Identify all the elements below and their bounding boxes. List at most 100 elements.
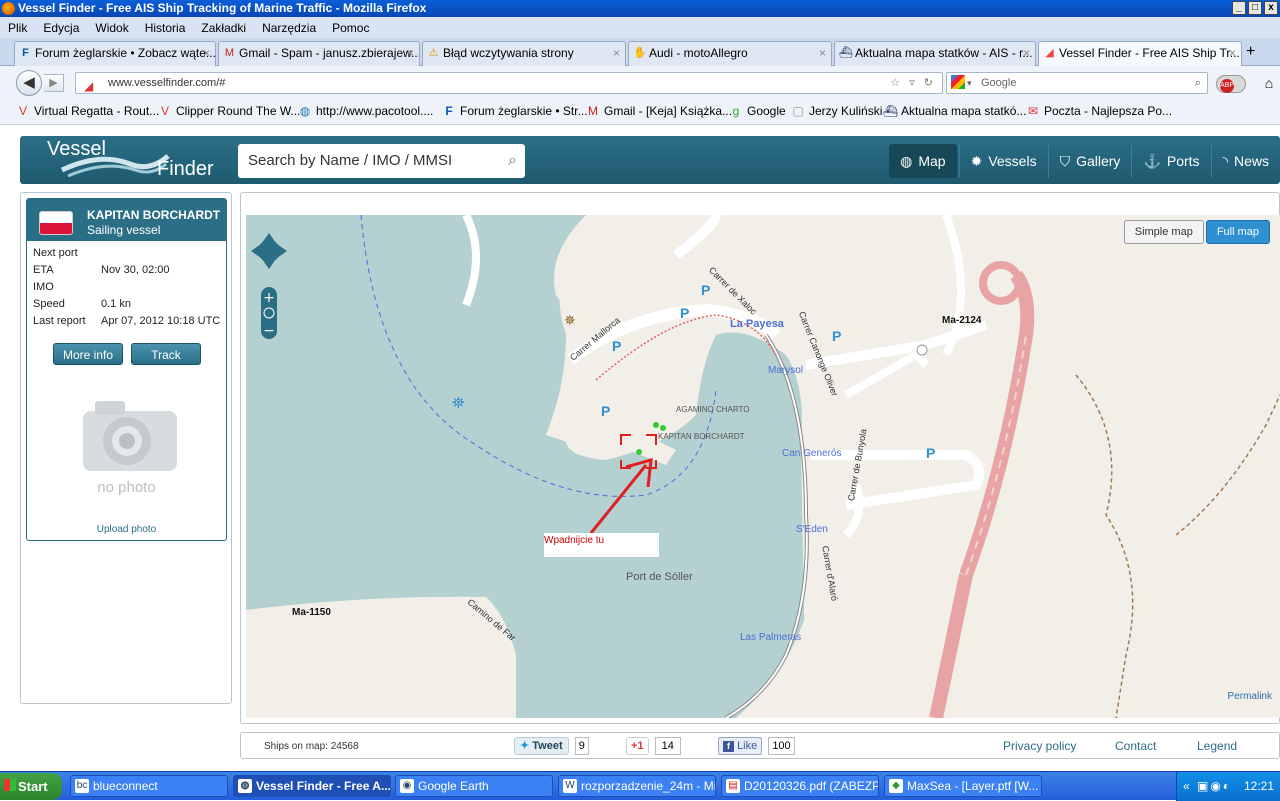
bookmark-label: Virtual Regatta - Rout... [34,104,160,118]
bookmark-gmail[interactable]: M Gmail - [Keja] Książka... [586,104,732,118]
task-blueconnect[interactable]: bc blueconnect [70,775,228,797]
like-button[interactable]: f Like [718,737,763,755]
logo-finder[interactable]: Finder [157,158,214,181]
search-icon[interactable]: ⌕ [1195,73,1201,93]
info-row: Speed 0.1 kn [33,298,220,315]
menu-edycja[interactable]: Edycja [35,21,87,35]
side-panel: KAPITAN BORCHARDT Sailing vessel Next po… [20,192,232,704]
forward-button[interactable]: ▶ [44,74,64,92]
dropdown-icon[interactable]: ▾ [967,73,972,93]
svg-text:P: P [601,403,610,419]
tab-audi[interactable]: ✋ Audi - motoAllegro × [628,41,832,66]
contact-link[interactable]: Contact [1115,739,1156,753]
info-key: IMO [33,281,54,293]
task-label: blueconnect [93,779,158,793]
adblock-button[interactable]: ABP [1216,75,1246,93]
close-button[interactable]: x [1264,1,1278,15]
menu-widok[interactable]: Widok [87,21,136,35]
vr-icon: V [160,104,169,118]
nav-gallery[interactable]: ⛉ Gallery [1047,144,1132,178]
upload-photo-link[interactable]: Upload photo [27,524,226,535]
ship-icon: ⛴ [883,104,899,118]
legend-link[interactable]: Legend [1197,739,1237,753]
nav-map[interactable]: ◍ Map [889,144,957,178]
gallery-icon: ⛉ [1059,153,1071,169]
maximize-button[interactable]: □ [1248,1,1262,15]
task-google-earth[interactable]: ◉ Google Earth [395,775,553,797]
bookmark-aktualna[interactable]: ⛴ Aktualna mapa statkó... [883,104,1026,118]
task-word[interactable]: Wrozporzadzenie_24m - Mi... [558,775,716,797]
task-pdf[interactable]: ▤ D20120326.pdf (ZABEZP... [721,775,879,797]
close-tab-icon[interactable]: × [407,42,414,65]
task-maxsea[interactable]: ◆ MaxSea - [Layer.ptf [W... [884,775,1042,797]
tray-icons[interactable]: ▣◉◐ [1197,772,1232,801]
tray-expand-icon[interactable]: « [1183,772,1190,801]
track-button[interactable]: Track [131,343,201,365]
vessel-card: KAPITAN BORCHARDT Sailing vessel Next po… [26,198,227,541]
more-info-button[interactable]: More info [53,343,123,365]
new-tab-button[interactable]: + [1246,43,1255,61]
close-tab-icon[interactable]: × [613,42,620,65]
nav-news[interactable]: ◝ News [1210,144,1280,178]
url-bar[interactable]: ◢ www.vesselfinder.com/# ☆ ▿ ↻ [75,72,943,94]
bookmark-virtual-regatta[interactable]: V Virtual Regatta - Rout... [16,104,159,118]
menu-narzedzia[interactable]: Narzędzia [254,21,324,35]
task-vesselfinder[interactable]: ◍ Vessel Finder - Free A... [233,775,391,797]
menu-pomoc[interactable]: Pomoc [324,21,377,35]
svg-text:✵: ✵ [564,313,576,329]
bookmarks-bar: V Virtual Regatta - Rout... V Clipper Roun… [0,99,1280,125]
bookmark-clipper[interactable]: V Clipper Round The W... [158,104,301,118]
bookmark-forum[interactable]: F Forum żeglarskie • Str... [442,104,587,118]
close-tab-icon[interactable]: × [1023,42,1030,65]
bookmark-kulinski[interactable]: ▢ Jerzy Kuliński [791,104,882,118]
simple-map-button[interactable]: Simple map [1123,220,1204,244]
close-tab-icon[interactable]: × [1229,42,1236,65]
search-bar[interactable]: ▾ Google ⌕ [946,72,1208,94]
map-label-la-payesa: La Payesa [730,318,784,330]
privacy-policy-link[interactable]: Privacy policy [1003,739,1076,753]
home-button[interactable]: ⌂ [1258,72,1280,94]
map-label-can-generos: Can Generós [782,448,842,459]
menu-plik[interactable]: Plik [0,21,35,35]
ships-on-map: Ships on map: 24568 [264,741,359,752]
like-widget[interactable]: f Like 100 [718,737,795,755]
tweet-count: 9 [574,737,589,755]
globe-icon: ◍ [299,104,311,118]
vessel-search-input[interactable]: Search by Name / IMO / MMSI ⌕ [238,144,525,178]
close-tab-icon[interactable]: × [819,42,826,65]
logo-wave-icon [60,154,170,178]
vessel-card-header: KAPITAN BORCHARDT Sailing vessel [27,199,226,241]
bookmark-poczta[interactable]: ✉ Poczta - Najlepsza Po... [1026,104,1172,118]
menu-zakladki[interactable]: Zakładki [193,21,254,35]
map-view[interactable]: P P P P P P ⛯ ✵ La Payesa Ma-2124 Maryso… [246,215,1280,718]
back-button[interactable]: ◀ [16,70,42,96]
info-row: ETA Nov 30, 02:00 [33,264,220,281]
full-map-button[interactable]: Full map [1205,220,1270,244]
start-button[interactable]: Start [0,773,62,800]
bookmark-google[interactable]: g Google [729,104,786,118]
tab-aktualna[interactable]: ⛴ Aktualna mapa statków - AIS - r... × [834,41,1036,66]
menu-historia[interactable]: Historia [137,21,194,35]
close-tab-icon[interactable]: × [203,42,210,65]
bookmark-pacotool[interactable]: ◍ http://www.pacotool.... [298,104,434,118]
bookmark-label: http://www.pacotool.... [316,104,434,118]
gplus-button[interactable]: +1 [626,737,649,755]
bookmark-star-icon[interactable]: ☆ ▿ ↻ [890,73,936,93]
tab-error[interactable]: ⚠ Błąd wczytywania strony × [422,41,626,66]
permalink-link[interactable]: Permalink [1228,691,1272,702]
search-icon[interactable]: ⌕ [508,144,517,178]
minimize-button[interactable]: _ [1232,1,1246,15]
gplus-widget[interactable]: +1 14 [626,737,681,755]
nav-ports[interactable]: ⚓ Ports [1131,144,1210,178]
tab-gmail[interactable]: M Gmail - Spam - janusz.zbierajew... × [218,41,420,66]
taskbar: Start bc blueconnect ◍ Vessel Finder - Fre… [0,771,1280,801]
nav-vessels[interactable]: ✹ Vessels [958,144,1048,178]
firefox-icon [2,2,15,15]
map-zoom-controls[interactable]: + − [250,225,288,345]
tweet-button[interactable]: ✦ Tweet [514,737,569,755]
tab-vesselfinder[interactable]: ◢ Vessel Finder - Free AIS Ship Tr... × [1038,41,1242,66]
mail-icon: ✉ [1027,104,1039,118]
tweet-widget[interactable]: ✦ Tweet 9 [514,737,589,755]
app-icon: bc [75,779,89,793]
tab-forum[interactable]: F Forum żeglarskie • Zobacz wąte... × [14,41,216,66]
